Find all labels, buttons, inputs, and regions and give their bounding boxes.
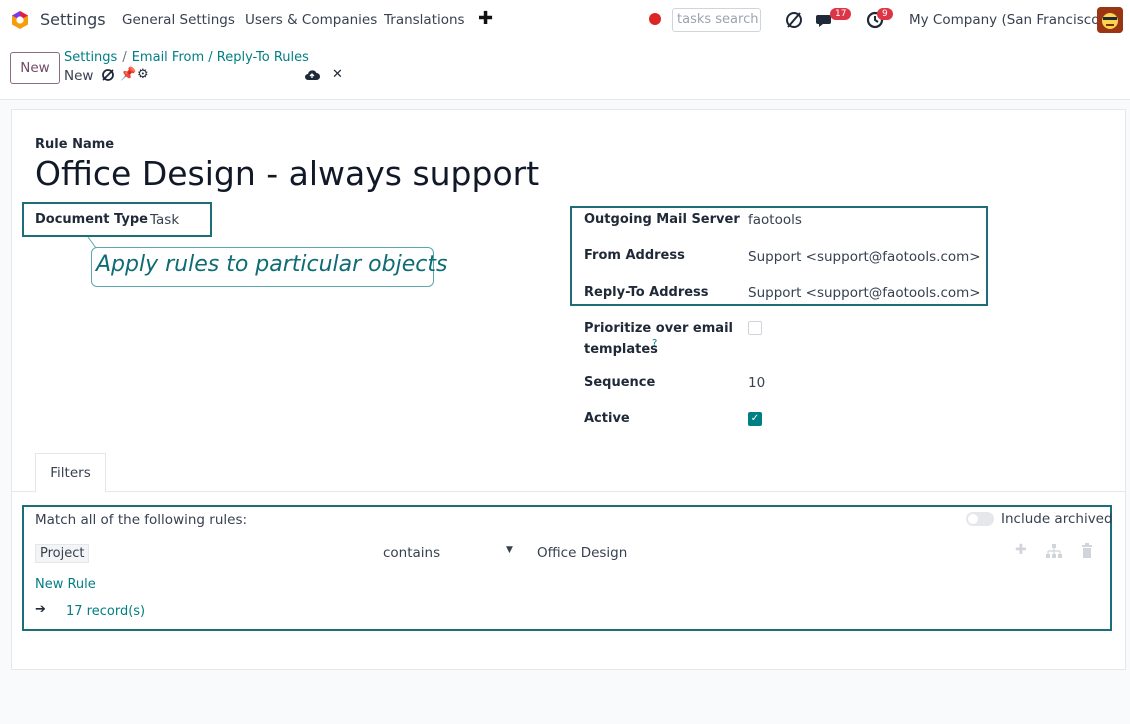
callout-annotation: Apply rules to particular objects <box>91 247 447 287</box>
discard-sync-icon[interactable] <box>101 68 115 82</box>
active-checkbox[interactable]: ✓ <box>748 412 762 426</box>
discuss-icon[interactable] <box>784 10 804 30</box>
breadcrumb-email-rules[interactable]: Email From / Reply-To Rules <box>132 50 309 65</box>
add-branch-icon[interactable] <box>1046 544 1062 558</box>
activities-count-badge: 9 <box>877 8 893 20</box>
add-rule-icon[interactable]: ✚ <box>1015 542 1027 558</box>
outgoing-mail-server-field[interactable]: faotools <box>748 212 802 228</box>
plus-icon[interactable]: ✚ <box>478 8 493 29</box>
records-count-link[interactable]: 17 record(s) <box>66 604 145 619</box>
top-navbar: Settings General Settings Users & Compan… <box>0 0 1130 40</box>
menu-users-companies[interactable]: Users & Companies <box>245 12 377 28</box>
gear-icon[interactable]: ⚙ <box>137 67 149 82</box>
tabs-divider <box>12 491 1125 492</box>
app-logo-icon[interactable] <box>10 10 30 30</box>
menu-translations[interactable]: Translations <box>384 12 465 28</box>
user-avatar[interactable] <box>1097 7 1123 33</box>
form-sheet: Rule Name Office Design - always support… <box>11 109 1126 670</box>
recording-indicator-icon[interactable] <box>649 13 661 25</box>
rule-name-label: Rule Name <box>35 137 115 152</box>
active-label: Active <box>584 411 630 426</box>
pin-icon[interactable]: 📌 <box>120 67 136 82</box>
new-rule-link[interactable]: New Rule <box>35 577 96 592</box>
company-switcher[interactable]: My Company (San Francisco) <box>909 12 1105 28</box>
messages-count-badge: 17 <box>830 8 852 20</box>
rule-value-field[interactable]: Office Design <box>537 545 627 561</box>
help-tooltip-icon[interactable]: ? <box>652 338 657 349</box>
include-archived-toggle[interactable] <box>966 512 994 526</box>
sequence-label: Sequence <box>584 375 656 390</box>
breadcrumb-settings[interactable]: Settings <box>64 50 117 65</box>
breadcrumb-separator: / <box>122 50 127 65</box>
new-button[interactable]: New <box>10 52 60 84</box>
discard-close-icon[interactable]: ✕ <box>332 67 343 82</box>
reply-to-address-label: Reply-To Address <box>584 285 709 300</box>
sequence-field[interactable]: 10 <box>748 375 765 391</box>
chevron-down-icon[interactable]: ▼ <box>506 545 513 555</box>
prioritize-label: Prioritize over email <box>584 321 733 336</box>
prioritize-checkbox[interactable] <box>748 321 762 335</box>
include-archived-label: Include archived <box>1001 511 1113 527</box>
match-rules-text: Match all of the following rules: <box>35 512 248 528</box>
from-address-label: From Address <box>584 248 685 263</box>
document-type-label: Document Type <box>35 212 148 227</box>
record-title: New <box>64 68 94 84</box>
rule-field-tag[interactable]: Project <box>35 544 90 563</box>
delete-rule-icon[interactable] <box>1081 543 1093 558</box>
search-input[interactable]: tasks search <box>672 8 761 32</box>
reply-to-address-field[interactable]: Support <support@faotools.com> <box>748 285 981 301</box>
document-type-field[interactable]: Task <box>150 212 179 228</box>
prioritize-label-line2: templates <box>584 342 658 357</box>
outgoing-mail-server-label: Outgoing Mail Server <box>584 212 740 227</box>
app-name[interactable]: Settings <box>40 10 106 29</box>
rule-operator-select[interactable]: contains <box>383 545 440 561</box>
save-cloud-icon[interactable] <box>304 69 320 81</box>
tab-filters[interactable]: Filters <box>35 453 106 493</box>
breadcrumb: Settings / Email From / Reply-To Rules <box>64 50 309 65</box>
menu-general-settings[interactable]: General Settings <box>122 12 235 28</box>
arrow-right-icon: ➔ <box>35 602 46 617</box>
control-panel: New Settings / Email From / Reply-To Rules… <box>0 40 1130 100</box>
from-address-field[interactable]: Support <support@faotools.com> <box>748 249 981 265</box>
rule-name-input[interactable]: Office Design - always support <box>35 154 539 193</box>
